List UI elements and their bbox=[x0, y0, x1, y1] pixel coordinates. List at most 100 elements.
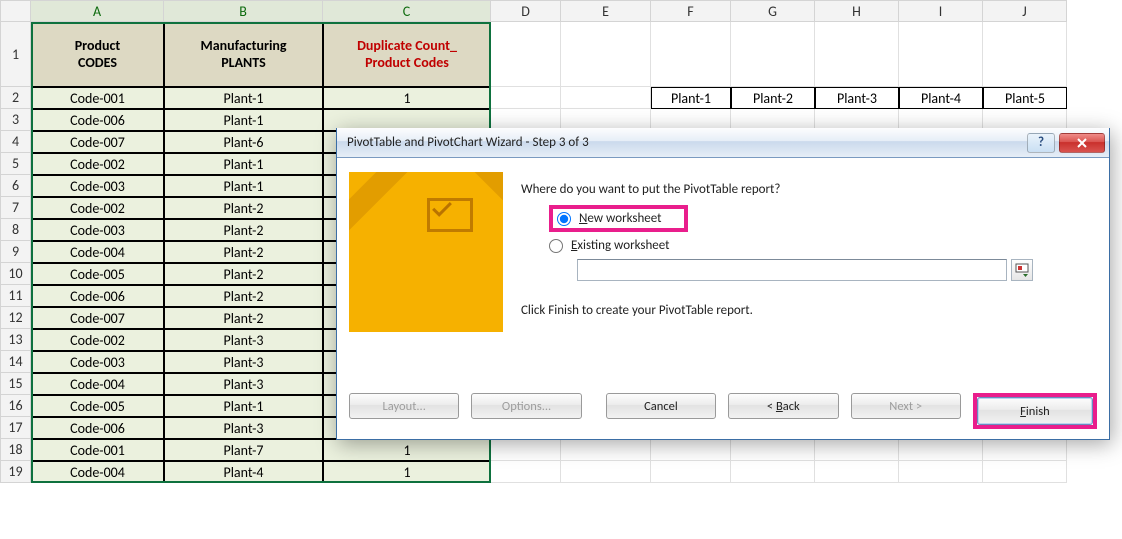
cell-J1[interactable] bbox=[983, 22, 1067, 87]
row-header-17[interactable]: 17 bbox=[0, 417, 31, 439]
cell-H18[interactable] bbox=[815, 439, 899, 461]
cell-B16[interactable]: Plant-1 bbox=[164, 395, 323, 417]
cell-B3[interactable]: Plant-1 bbox=[164, 109, 323, 131]
cell-B17[interactable]: Plant-3 bbox=[164, 417, 323, 439]
cell-A6[interactable]: Code-003 bbox=[31, 175, 164, 197]
col-header-H[interactable]: H bbox=[815, 0, 899, 22]
cell-F19[interactable] bbox=[651, 461, 731, 483]
cell-B15[interactable]: Plant-3 bbox=[164, 373, 323, 395]
cell-B6[interactable]: Plant-1 bbox=[164, 175, 323, 197]
cell-B2[interactable]: Plant-1 bbox=[164, 87, 323, 109]
cell-D19[interactable] bbox=[491, 461, 561, 483]
cell-A8[interactable]: Code-003 bbox=[31, 219, 164, 241]
col-header-D[interactable]: D bbox=[491, 0, 561, 22]
cell-I18[interactable] bbox=[899, 439, 983, 461]
row-header-18[interactable]: 18 bbox=[0, 439, 31, 461]
cell-B14[interactable]: Plant-3 bbox=[164, 351, 323, 373]
cell-C2[interactable]: 1 bbox=[323, 87, 491, 109]
cell-E1[interactable] bbox=[561, 22, 651, 87]
cell-B12[interactable]: Plant-2 bbox=[164, 307, 323, 329]
cell-J19[interactable] bbox=[983, 461, 1067, 483]
row-header-10[interactable]: 10 bbox=[0, 263, 31, 285]
cancel-button[interactable]: Cancel bbox=[606, 393, 716, 419]
new-worksheet-label[interactable]: New worksheet bbox=[579, 211, 662, 226]
cell-A17[interactable]: Code-006 bbox=[31, 417, 164, 439]
row-header-6[interactable]: 6 bbox=[0, 175, 31, 197]
finish-button[interactable]: Finish bbox=[977, 397, 1093, 425]
cell-B10[interactable]: Plant-2 bbox=[164, 263, 323, 285]
cell-A10[interactable]: Code-005 bbox=[31, 263, 164, 285]
cell-B1[interactable]: Manufacturing PLANTS bbox=[164, 22, 323, 87]
col-header-G[interactable]: G bbox=[731, 0, 815, 22]
cell-A1[interactable]: Product CODES bbox=[31, 22, 164, 87]
close-button[interactable] bbox=[1059, 133, 1105, 153]
col-header-E[interactable]: E bbox=[561, 0, 651, 22]
options-button[interactable]: Options... bbox=[471, 393, 581, 419]
cell-A3[interactable]: Code-006 bbox=[31, 109, 164, 131]
cell-F1[interactable] bbox=[651, 22, 731, 87]
cell-A11[interactable]: Code-006 bbox=[31, 285, 164, 307]
cell-C18[interactable]: 1 bbox=[323, 439, 491, 461]
cell-E18[interactable] bbox=[561, 439, 651, 461]
row-header-1[interactable]: 1 bbox=[0, 22, 31, 87]
row-header-13[interactable]: 13 bbox=[0, 329, 31, 351]
cell-F2[interactable]: Plant-1 bbox=[651, 87, 731, 109]
cell-A12[interactable]: Code-007 bbox=[31, 307, 164, 329]
row-header-5[interactable]: 5 bbox=[0, 153, 31, 175]
row-header-3[interactable]: 3 bbox=[0, 109, 31, 131]
cell-J18[interactable] bbox=[983, 439, 1067, 461]
cell-A16[interactable]: Code-005 bbox=[31, 395, 164, 417]
cell-G18[interactable] bbox=[731, 439, 815, 461]
cell-F18[interactable] bbox=[651, 439, 731, 461]
dialog-titlebar[interactable]: PivotTable and PivotChart Wizard - Step … bbox=[337, 128, 1109, 158]
col-header-C[interactable]: C bbox=[323, 0, 491, 22]
col-header-A[interactable]: A bbox=[31, 0, 164, 22]
cell-J2[interactable]: Plant-5 bbox=[983, 87, 1067, 109]
cell-A4[interactable]: Code-007 bbox=[31, 131, 164, 153]
cell-B9[interactable]: Plant-2 bbox=[164, 241, 323, 263]
col-header-J[interactable]: J bbox=[983, 0, 1067, 22]
col-header-F[interactable]: F bbox=[651, 0, 731, 22]
cell-D2[interactable] bbox=[491, 87, 561, 109]
cell-A14[interactable]: Code-003 bbox=[31, 351, 164, 373]
row-header-2[interactable]: 2 bbox=[0, 87, 31, 109]
next-button[interactable]: Next > bbox=[851, 393, 961, 419]
cell-B13[interactable]: Plant-3 bbox=[164, 329, 323, 351]
help-button[interactable]: ? bbox=[1027, 133, 1055, 153]
cell-D1[interactable] bbox=[491, 22, 561, 87]
col-header-B[interactable]: B bbox=[164, 0, 323, 22]
collapse-dialog-button[interactable] bbox=[1011, 259, 1033, 281]
cell-H2[interactable]: Plant-3 bbox=[815, 87, 899, 109]
cell-I1[interactable] bbox=[899, 22, 983, 87]
cell-A19[interactable]: Code-004 bbox=[31, 461, 164, 483]
layout-button[interactable]: Layout... bbox=[349, 393, 459, 419]
cell-B8[interactable]: Plant-2 bbox=[164, 219, 323, 241]
row-header-14[interactable]: 14 bbox=[0, 351, 31, 373]
row-header-19[interactable]: 19 bbox=[0, 461, 31, 483]
cell-G2[interactable]: Plant-2 bbox=[731, 87, 815, 109]
cell-B18[interactable]: Plant-7 bbox=[164, 439, 323, 461]
select-all-corner[interactable] bbox=[0, 0, 31, 22]
row-header-11[interactable]: 11 bbox=[0, 285, 31, 307]
existing-range-input[interactable] bbox=[577, 259, 1007, 281]
cell-A5[interactable]: Code-002 bbox=[31, 153, 164, 175]
cell-G19[interactable] bbox=[731, 461, 815, 483]
cell-D18[interactable] bbox=[491, 439, 561, 461]
row-header-4[interactable]: 4 bbox=[0, 131, 31, 153]
cell-A7[interactable]: Code-002 bbox=[31, 197, 164, 219]
cell-B11[interactable]: Plant-2 bbox=[164, 285, 323, 307]
existing-worksheet-label[interactable]: Existing worksheet bbox=[571, 238, 670, 253]
cell-B19[interactable]: Plant-4 bbox=[164, 461, 323, 483]
cell-G1[interactable] bbox=[731, 22, 815, 87]
row-header-8[interactable]: 8 bbox=[0, 219, 31, 241]
cell-I2[interactable]: Plant-4 bbox=[899, 87, 983, 109]
cell-C1[interactable]: Duplicate Count_ Product Codes bbox=[323, 22, 491, 87]
col-header-I[interactable]: I bbox=[899, 0, 983, 22]
cell-H19[interactable] bbox=[815, 461, 899, 483]
row-header-15[interactable]: 15 bbox=[0, 373, 31, 395]
cell-B7[interactable]: Plant-2 bbox=[164, 197, 323, 219]
cell-A15[interactable]: Code-004 bbox=[31, 373, 164, 395]
row-header-9[interactable]: 9 bbox=[0, 241, 31, 263]
cell-B4[interactable]: Plant-6 bbox=[164, 131, 323, 153]
row-header-12[interactable]: 12 bbox=[0, 307, 31, 329]
